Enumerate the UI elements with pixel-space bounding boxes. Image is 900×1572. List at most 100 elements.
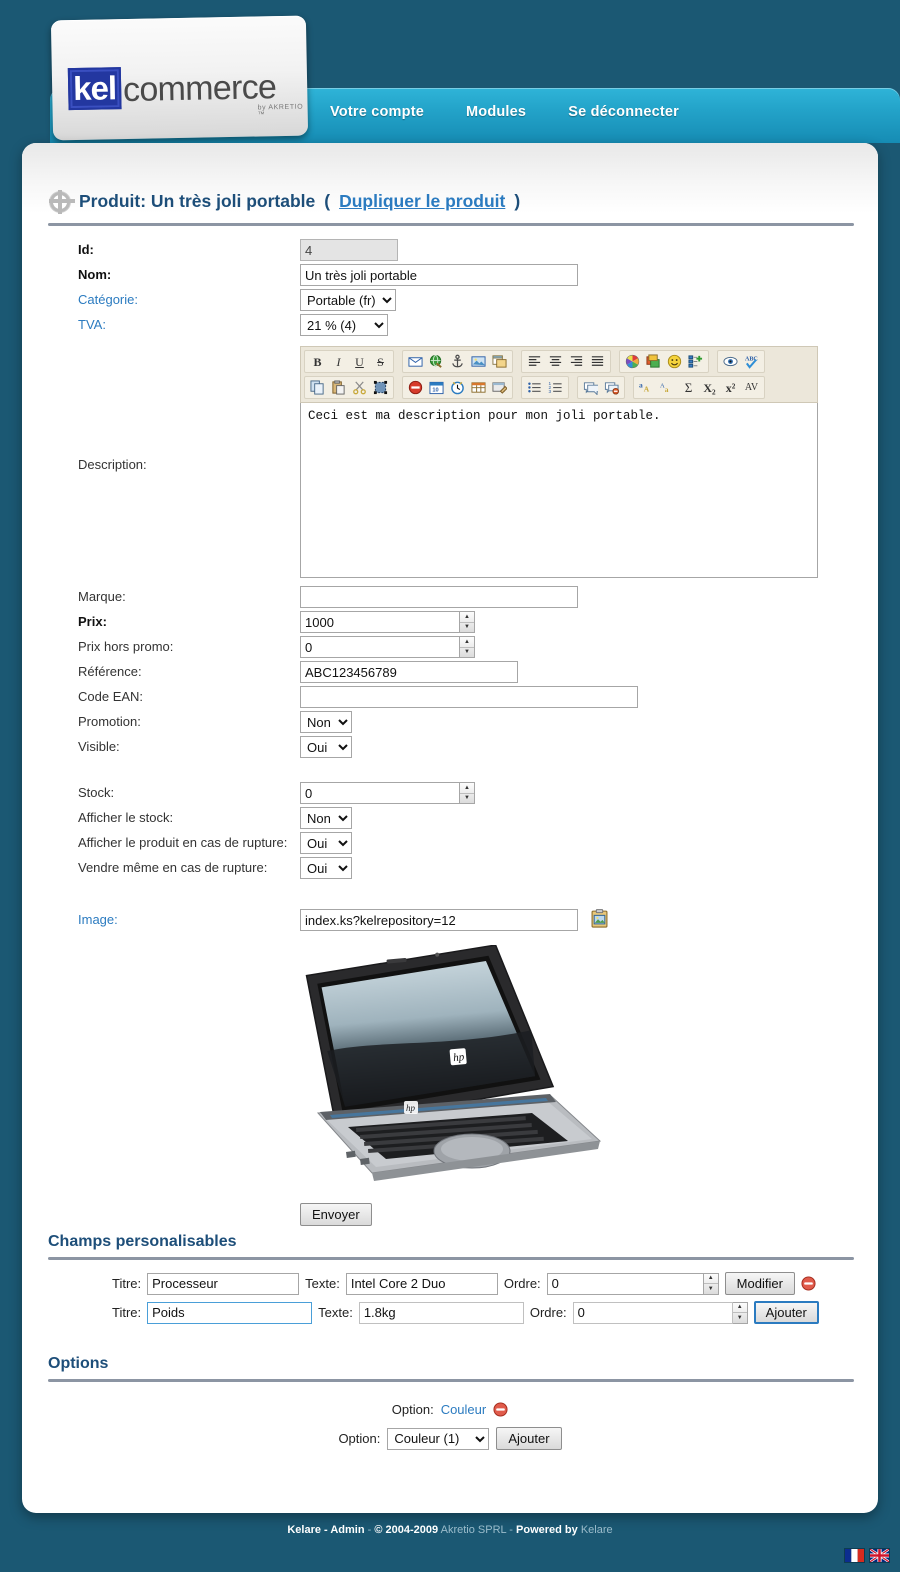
anchor-icon[interactable] [448,352,467,371]
content-panel: Produit: Un très joli portable ( Dupliqu… [22,143,878,1513]
custom-field-ordre-2[interactable] [572,1301,733,1324]
nav-item-modules[interactable]: Modules [466,104,526,120]
edit-source-icon[interactable] [490,378,509,397]
afficher-stock-select[interactable]: Non [300,807,352,829]
comment-remove-icon[interactable] [602,378,621,397]
site-logo[interactable]: kel commerce by AKRETIO ™ [50,15,309,141]
label-stock: Stock: [78,785,115,800]
svg-text:hp: hp [406,1103,416,1113]
bulleted-list-icon[interactable] [525,378,544,397]
underline-icon[interactable]: U [350,352,369,371]
web-link-icon[interactable] [427,352,446,371]
marque-input[interactable] [300,586,578,608]
page-title: Produit: Un très joli portable ( Dupliqu… [49,189,520,214]
preview-eye-icon[interactable] [721,352,740,371]
select-all-icon[interactable] [371,378,390,397]
flag-en-icon[interactable] [869,1548,890,1563]
comment-icon[interactable] [581,378,600,397]
flag-fr-icon[interactable] [844,1548,865,1563]
prix-stepper[interactable]: ▲ ▼ [460,611,475,633]
footer-company: Akretio SPRL [440,1524,507,1536]
stock-input[interactable] [300,782,460,804]
custom-fields-heading: Champs personalisables [48,1233,237,1250]
ajouter-custom-field-button[interactable]: Ajouter [753,1301,819,1324]
custom-field-texte-2[interactable] [358,1301,524,1324]
copy-icon[interactable] [308,378,327,397]
insert-window-icon[interactable] [490,352,509,371]
smiley-icon[interactable] [665,352,684,371]
image-browse-icon[interactable] [591,909,608,928]
label-image: Image: [78,912,118,927]
ajouter-option-button[interactable]: Ajouter [496,1427,562,1450]
remove-format-icon[interactable] [406,378,425,397]
modifier-button-1[interactable]: Modifier [724,1272,795,1295]
email-link-icon[interactable] [406,352,425,371]
label-vendre-rupture: Vendre même en cas de rupture: [78,860,268,875]
custom-field-texte-1[interactable] [345,1272,498,1295]
character-spacing-icon[interactable]: AV [742,378,761,397]
afficher-rupture-select[interactable]: Oui [300,832,352,854]
custom-field-ordre-1-stepper[interactable]: ▲ ▼ [703,1272,719,1295]
categorie-select[interactable]: Portable (fr) [300,289,396,311]
vendre-rupture-select[interactable]: Oui [300,857,352,879]
stock-stepper[interactable]: ▲ ▼ [460,782,475,804]
superscript-icon[interactable]: x² [721,378,740,397]
nom-input[interactable] [300,264,578,286]
numbered-list-icon[interactable]: 123 [546,378,565,397]
field-row-vendre-rupture: Vendre même en cas de rupture: Oui [22,857,878,881]
visible-select[interactable]: Oui [300,736,352,758]
custom-field-ordre-2-stepper[interactable]: ▲ ▼ [732,1301,748,1324]
id-input[interactable] [300,239,398,261]
label-titre-1: Titre: [112,1276,142,1291]
label-prix-hors-promo: Prix hors promo: [78,639,174,654]
option-select[interactable]: Couleur (1) [387,1427,490,1450]
delete-option-icon[interactable] [493,1402,508,1417]
sigma-icon[interactable]: Σ [679,378,698,397]
background-color-icon[interactable] [644,352,663,371]
custom-fields-section: Champs personalisables Titre: Texte: Ord… [22,1233,878,1324]
label-description: Description: [78,457,147,472]
bold-icon[interactable]: B [308,352,327,371]
prix-input[interactable] [300,611,460,633]
nav-item-votre-compte[interactable]: Votre compte [330,104,424,120]
align-center-icon[interactable] [546,352,565,371]
custom-field-titre-2[interactable] [147,1301,313,1324]
field-row-image: Image: index.ks?kelrepository=12 hp hp E… [22,909,878,1226]
insert-time-icon[interactable] [448,378,467,397]
field-row-id: Id: [22,239,878,263]
cut-scissors-icon[interactable] [350,378,369,397]
option-couleur-link[interactable]: Couleur [441,1402,487,1417]
insert-date-icon[interactable]: 10 [427,378,446,397]
duplicate-product-link[interactable]: Dupliquer le produit [339,191,505,212]
description-editor[interactable]: Ceci est ma description pour mon joli po… [300,403,818,578]
align-right-icon[interactable] [567,352,586,371]
image-input[interactable] [300,909,578,931]
tva-select[interactable]: 21 % (4) [300,314,388,336]
insert-node-icon[interactable] [686,352,705,371]
code-ean-input[interactable] [300,686,638,708]
prix-hors-promo-stepper[interactable]: ▲ ▼ [460,636,475,658]
gear-icon [49,189,75,214]
insert-table-icon[interactable] [469,378,488,397]
spellcheck-abc-icon[interactable]: ABC [742,352,761,371]
align-left-icon[interactable] [525,352,544,371]
field-row-nom: Nom: [22,264,878,288]
prix-hors-promo-input[interactable] [300,636,460,658]
align-justify-icon[interactable] [588,352,607,371]
envoyer-button[interactable]: Envoyer [300,1203,372,1226]
subscript-icon[interactable]: X₂ [700,378,719,397]
italic-icon[interactable]: I [329,352,348,371]
custom-field-titre-1[interactable] [147,1272,300,1295]
delete-custom-field-icon-1[interactable] [801,1276,816,1291]
font-style-a-icon[interactable]: aA [637,378,656,397]
field-row-afficher-stock: Afficher le stock: Non [22,807,878,831]
strikethrough-icon[interactable]: S [371,352,390,371]
promotion-select[interactable]: Non [300,711,352,733]
insert-image-icon[interactable] [469,352,488,371]
nav-item-se-deconnecter[interactable]: Se déconnecter [568,104,679,120]
font-size-a-icon[interactable]: Aa [658,378,677,397]
color-wheel-icon[interactable] [623,352,642,371]
reference-input[interactable] [300,661,518,683]
custom-field-ordre-1[interactable] [546,1272,704,1295]
paste-icon[interactable] [329,378,348,397]
